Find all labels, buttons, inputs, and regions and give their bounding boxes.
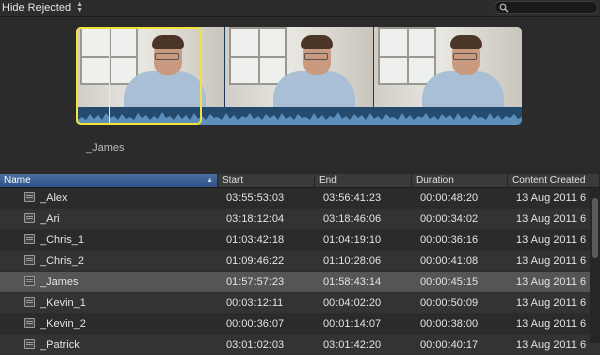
scrollbar-thumb[interactable] bbox=[592, 198, 598, 258]
row-end: 03:18:46:06 bbox=[323, 213, 382, 225]
clip-icon bbox=[24, 234, 35, 244]
row-content-created: 13 Aug 2011 6 bbox=[516, 318, 586, 330]
clip-list-table: Name ▲ Start End Duration Content Create… bbox=[0, 174, 600, 355]
row-end: 03:56:41:23 bbox=[323, 192, 382, 204]
column-header-duration[interactable]: Duration bbox=[412, 174, 508, 187]
column-header-start[interactable]: Start bbox=[218, 174, 315, 187]
row-duration: 00:00:41:08 bbox=[420, 255, 479, 267]
updown-arrows-icon: ▲ ▼ bbox=[76, 1, 84, 14]
search-icon bbox=[499, 3, 509, 13]
table-row[interactable]: _Chris_1 01:03:42:18 01:04:19:10 00:00:3… bbox=[0, 230, 600, 250]
table-row[interactable]: _Chris_2 01:09:46:22 01:10:28:06 00:00:4… bbox=[0, 251, 600, 271]
column-header-label: End bbox=[319, 175, 337, 186]
row-start: 01:03:42:18 bbox=[226, 234, 285, 246]
clip-icon bbox=[24, 276, 35, 286]
row-content-created: 13 Aug 2011 6 bbox=[516, 276, 586, 288]
row-duration: 00:00:34:02 bbox=[420, 213, 479, 225]
filmstrip-area: _James ▲ bbox=[0, 17, 600, 185]
column-header-label: Content Created bbox=[512, 175, 586, 186]
row-content-created: 13 Aug 2011 6 bbox=[516, 339, 586, 351]
row-content-created: 13 Aug 2011 6 bbox=[516, 255, 586, 267]
row-duration: 00:00:45:15 bbox=[420, 276, 479, 288]
row-start: 00:03:12:11 bbox=[226, 297, 284, 309]
column-header-label: Name bbox=[4, 175, 31, 186]
row-name: _Patrick bbox=[40, 339, 80, 351]
row-duration: 00:00:36:16 bbox=[420, 234, 479, 246]
clip-icon bbox=[24, 339, 35, 349]
skimmer-playhead[interactable] bbox=[109, 27, 110, 125]
row-end: 03:01:42:20 bbox=[323, 339, 382, 351]
table-row[interactable]: _Ari 03:18:12:04 03:18:46:06 00:00:34:02… bbox=[0, 209, 600, 229]
row-name: _James bbox=[40, 276, 79, 288]
row-content-created: 13 Aug 2011 6 bbox=[516, 192, 586, 204]
table-row[interactable]: _Kevin_2 00:00:36:07 00:01:14:07 00:00:3… bbox=[0, 314, 600, 334]
video-thumbnail bbox=[76, 27, 224, 107]
row-start: 01:09:46:22 bbox=[226, 255, 285, 267]
search-field[interactable] bbox=[494, 1, 598, 14]
table-row[interactable]: _Patrick 03:01:02:03 03:01:42:20 00:00:4… bbox=[0, 335, 600, 355]
sort-ascending-icon: ▲ bbox=[206, 177, 213, 184]
row-start: 03:18:12:04 bbox=[226, 213, 285, 225]
row-start: 03:01:02:03 bbox=[226, 339, 285, 351]
row-name: _Alex bbox=[40, 192, 68, 204]
row-name: _Kevin_1 bbox=[40, 297, 86, 309]
column-header-end[interactable]: End bbox=[315, 174, 412, 187]
vertical-scrollbar[interactable] bbox=[590, 188, 600, 343]
row-duration: 00:00:38:00 bbox=[420, 318, 479, 330]
row-name: _Chris_2 bbox=[40, 255, 85, 267]
clip-icon bbox=[24, 318, 35, 328]
column-header-content-created[interactable]: Content Created bbox=[508, 174, 600, 187]
row-start: 03:55:53:03 bbox=[226, 192, 285, 204]
table-row-selected[interactable]: _James 01:57:57:23 01:58:43:14 00:00:45:… bbox=[0, 272, 600, 292]
table-row[interactable]: _Kevin_1 00:03:12:11 00:04:02:20 00:00:5… bbox=[0, 293, 600, 313]
clip-name-label: _James bbox=[86, 142, 125, 154]
column-header-label: Start bbox=[222, 175, 244, 186]
clip-filter-dropdown[interactable]: Hide Rejected ▲ ▼ bbox=[2, 0, 83, 16]
row-content-created: 13 Aug 2011 6 bbox=[516, 297, 586, 309]
row-name: _Chris_1 bbox=[40, 234, 85, 246]
video-thumbnail bbox=[225, 27, 373, 107]
row-end: 01:10:28:06 bbox=[323, 255, 382, 267]
audio-waveform bbox=[76, 107, 522, 125]
browser-toolbar: Hide Rejected ▲ ▼ bbox=[0, 0, 600, 17]
row-duration: 00:00:40:17 bbox=[420, 339, 479, 351]
clip-icon bbox=[24, 297, 35, 307]
row-duration: 00:00:50:09 bbox=[420, 297, 479, 309]
row-end: 01:04:19:10 bbox=[323, 234, 382, 246]
clip-filter-label: Hide Rejected bbox=[2, 2, 72, 14]
clip-icon bbox=[24, 213, 35, 223]
row-duration: 00:00:48:20 bbox=[420, 192, 479, 204]
clip-icon bbox=[24, 192, 35, 202]
row-end: 01:58:43:14 bbox=[323, 276, 382, 288]
table-row[interactable]: _Alex 03:55:53:03 03:56:41:23 00:00:48:2… bbox=[0, 188, 600, 208]
row-name: _Ari bbox=[40, 213, 60, 225]
table-header: Name ▲ Start End Duration Content Create… bbox=[0, 174, 600, 188]
row-content-created: 13 Aug 2011 6 bbox=[516, 213, 586, 225]
row-end: 00:04:02:20 bbox=[323, 297, 382, 309]
row-end: 00:01:14:07 bbox=[323, 318, 382, 330]
clip-filmstrip[interactable] bbox=[76, 27, 522, 125]
clip-icon bbox=[24, 255, 35, 265]
column-header-name[interactable]: Name ▲ bbox=[0, 174, 218, 187]
row-start: 00:00:36:07 bbox=[226, 318, 285, 330]
column-header-label: Duration bbox=[416, 175, 454, 186]
video-thumbnail bbox=[374, 27, 522, 107]
row-name: _Kevin_2 bbox=[40, 318, 86, 330]
row-content-created: 13 Aug 2011 6 bbox=[516, 234, 586, 246]
row-start: 01:57:57:23 bbox=[226, 276, 285, 288]
